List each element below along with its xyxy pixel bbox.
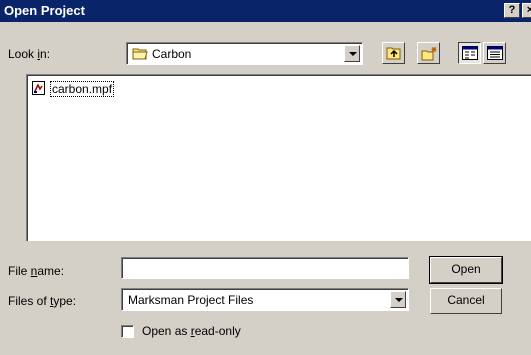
folder-icon bbox=[132, 48, 148, 60]
list-view-icon bbox=[462, 46, 478, 60]
project-file-icon bbox=[32, 81, 45, 95]
file-name-input[interactable] bbox=[121, 257, 409, 279]
files-of-type-dropdown-arrow[interactable] bbox=[390, 291, 406, 308]
files-of-type-dropdown[interactable]: Marksman Project Files bbox=[121, 288, 409, 311]
details-view-button[interactable] bbox=[483, 42, 506, 64]
create-new-folder-button[interactable] bbox=[417, 42, 440, 64]
read-only-checkbox[interactable] bbox=[121, 325, 134, 338]
look-in-dropdown[interactable]: Carbon bbox=[126, 42, 363, 65]
file-name-label: carbon.mpf bbox=[50, 81, 115, 97]
files-of-type-value: Marksman Project Files bbox=[128, 293, 254, 307]
look-in-label: Look in: bbox=[8, 47, 51, 61]
new-folder-icon bbox=[421, 47, 437, 61]
list-view-button[interactable] bbox=[458, 42, 481, 64]
file-list[interactable]: carbon.mpf bbox=[26, 74, 531, 241]
help-button[interactable]: ? bbox=[504, 3, 520, 18]
read-only-label[interactable]: Open as read-only bbox=[142, 324, 241, 338]
details-view-icon bbox=[487, 46, 503, 60]
up-one-level-button[interactable] bbox=[382, 42, 405, 64]
open-button[interactable]: Open bbox=[429, 256, 503, 284]
close-button[interactable]: × bbox=[522, 3, 531, 18]
up-folder-icon bbox=[386, 47, 401, 60]
look-in-value: Carbon bbox=[152, 47, 192, 61]
files-of-type-label: Files of type: bbox=[8, 294, 77, 308]
title-bar: Open Project ? × bbox=[0, 0, 531, 22]
window-title: Open Project bbox=[4, 3, 85, 18]
look-in-dropdown-arrow[interactable] bbox=[344, 45, 360, 62]
file-name-label: File name: bbox=[8, 264, 65, 278]
cancel-button[interactable]: Cancel bbox=[430, 288, 502, 314]
